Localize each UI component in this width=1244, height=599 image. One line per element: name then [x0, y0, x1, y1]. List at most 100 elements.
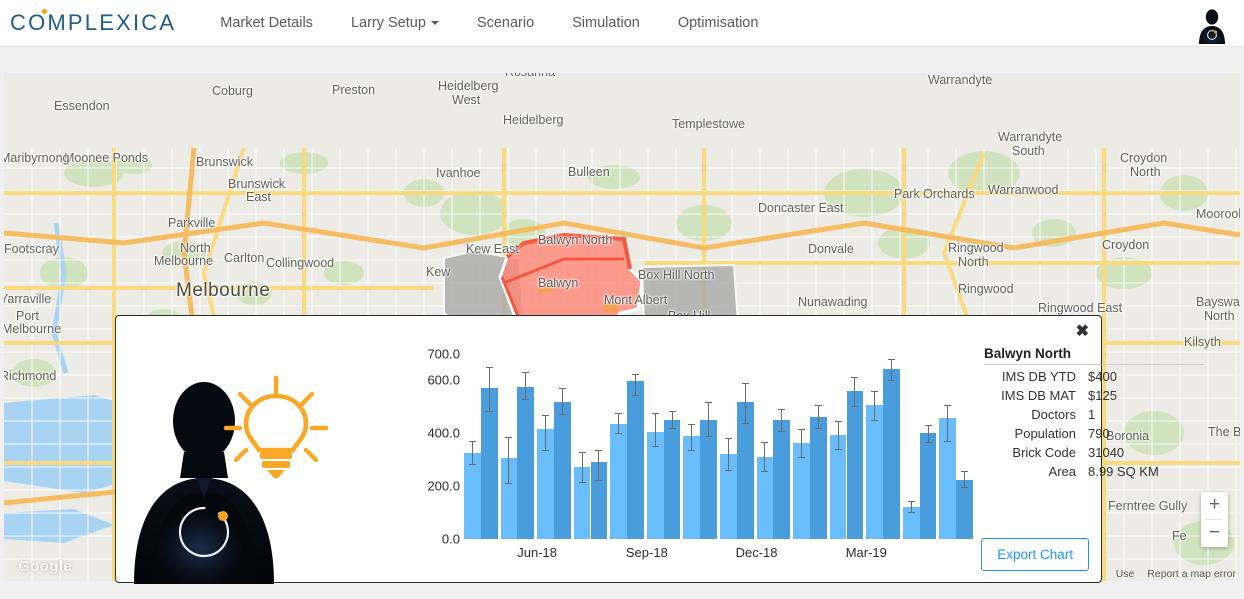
bar-series-a[interactable] [683, 436, 700, 539]
error-bar-cap [778, 409, 785, 410]
bar-series-b[interactable] [700, 420, 717, 539]
larry-silhouette-icon [126, 366, 366, 584]
y-axis-tick: 700.0 [427, 347, 460, 362]
error-bar-cap [871, 391, 878, 392]
error-bar [545, 415, 546, 450]
bar-series-b[interactable] [810, 417, 827, 539]
avatar[interactable] [1194, 4, 1230, 44]
map-zoom-controls[interactable]: + − [1201, 492, 1228, 547]
logo-dot-icon [42, 9, 47, 14]
error-bar-cap [632, 374, 639, 375]
export-chart-button[interactable]: Export Chart [981, 538, 1089, 571]
error-bar-cap [486, 411, 493, 412]
error-bar-cap [908, 501, 915, 502]
error-bar-cap [522, 372, 529, 373]
error-bar [582, 452, 583, 482]
error-bar [818, 405, 819, 428]
bar-series-b[interactable] [554, 402, 571, 539]
complexica-logo[interactable]: COMPLEXICA [10, 10, 176, 36]
nav-item-scenario[interactable]: Scenario [465, 11, 546, 35]
bar-series-a[interactable] [610, 424, 627, 539]
nav-label: Scenario [477, 15, 534, 31]
error-bar-cap [505, 483, 512, 484]
error-bar-cap [652, 446, 659, 447]
error-bar [764, 442, 765, 471]
nav-links: Market Details Larry Setup Scenario Simu… [208, 11, 784, 35]
bar-series-a[interactable] [866, 405, 883, 539]
error-bar-cap [705, 436, 712, 437]
info-row: Brick Code31040 [984, 443, 1204, 462]
info-row: IMS DB MAT$125 [984, 386, 1204, 405]
error-bar [508, 437, 509, 483]
error-bar-cap [669, 411, 676, 412]
error-bar-cap [505, 437, 512, 438]
error-bar-cap [742, 423, 749, 424]
bar-series-b[interactable] [920, 433, 937, 539]
nav-item-larry-setup[interactable]: Larry Setup [339, 11, 451, 35]
error-bar-cap [798, 457, 805, 458]
zoom-in-button[interactable]: + [1201, 492, 1228, 519]
info-row-value: 8.99 SQ KM [1088, 462, 1204, 481]
error-bar [891, 359, 892, 380]
error-bar-cap [559, 388, 566, 389]
error-bar-cap [595, 450, 602, 451]
y-axis-tick: 0.0 [442, 532, 460, 547]
error-bar [838, 421, 839, 449]
error-bar-cap [595, 480, 602, 481]
error-bar-cap [888, 359, 895, 360]
info-row: Doctors1 [984, 405, 1204, 424]
info-row-key: IMS DB MAT [984, 386, 1088, 405]
bar-series-b[interactable] [627, 381, 644, 539]
report-map-error-link[interactable]: Report a map error [1147, 568, 1236, 580]
bar-series-b[interactable] [847, 391, 864, 539]
error-bar-cap [615, 433, 622, 434]
chart-modal: ✖ [115, 315, 1102, 583]
error-bar-cap [725, 438, 732, 439]
nav-item-optimisation[interactable]: Optimisation [666, 11, 771, 35]
info-row-key: IMS DB YTD [984, 367, 1088, 386]
bar-series-a[interactable] [464, 453, 481, 539]
bar-series-b[interactable] [517, 387, 534, 539]
error-bar [562, 388, 563, 414]
nav-label: Larry Setup [351, 15, 426, 31]
error-bar-cap [961, 487, 968, 488]
error-bar [691, 424, 692, 450]
chart-y-axis: 0.0200.0400.0600.0700.0 [406, 354, 464, 539]
bar-series-a[interactable] [647, 432, 664, 539]
error-bar [728, 438, 729, 470]
zoom-out-button[interactable]: − [1201, 520, 1228, 547]
error-bar-cap [778, 431, 785, 432]
error-bar-cap [925, 442, 932, 443]
nav-label: Market Details [220, 15, 313, 31]
nav-item-market-details[interactable]: Market Details [208, 11, 325, 35]
error-bar-cap [469, 441, 476, 442]
error-bar [781, 409, 782, 431]
info-row: Population790 [984, 424, 1204, 443]
terms-of-use-link[interactable]: Use [1116, 568, 1135, 580]
error-bar-cap [835, 421, 842, 422]
y-axis-tick: 200.0 [427, 479, 460, 494]
error-bar-cap [835, 449, 842, 450]
nav-item-simulation[interactable]: Simulation [560, 11, 652, 35]
bar-series-b[interactable] [664, 420, 681, 539]
error-bar-cap [688, 450, 695, 451]
error-bar-cap [669, 428, 676, 429]
error-bar [672, 411, 673, 428]
bar-series-a[interactable] [830, 435, 847, 539]
error-bar-cap [761, 471, 768, 472]
error-bar-cap [579, 482, 586, 483]
error-bar [911, 501, 912, 512]
error-bar-cap [542, 415, 549, 416]
error-bar [854, 377, 855, 405]
bar-chart: 0.0200.0400.0600.0700.0 Jun-18Sep-18Dec-… [406, 354, 976, 579]
bar-series-b[interactable] [773, 420, 790, 539]
error-bar-cap [632, 395, 639, 396]
info-row-key: Brick Code [984, 443, 1088, 462]
close-icon[interactable]: ✖ [1076, 324, 1089, 340]
bar-series-b[interactable] [883, 369, 900, 539]
x-axis-tick: Dec-18 [736, 545, 778, 560]
nav-label: Optimisation [678, 15, 759, 31]
error-bar-cap [944, 441, 951, 442]
bar-series-b[interactable] [956, 480, 973, 539]
chevron-down-icon [431, 21, 439, 25]
